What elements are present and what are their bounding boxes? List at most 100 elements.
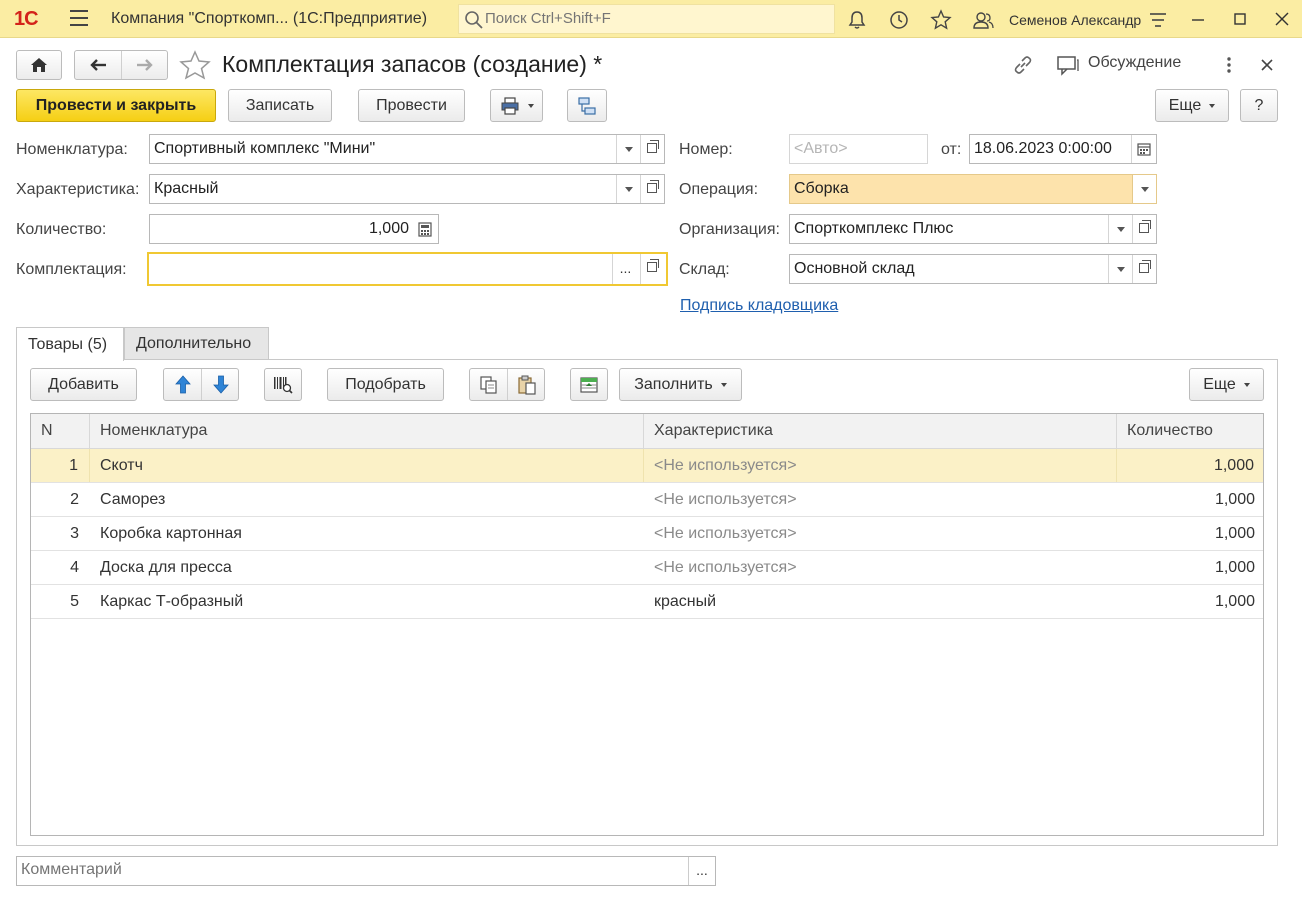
minimize-icon[interactable]: [1188, 9, 1208, 29]
structure-button[interactable]: [567, 89, 607, 122]
cell-nomenclature[interactable]: Коробка картонная: [90, 517, 644, 550]
bell-icon[interactable]: [846, 9, 868, 31]
paste-button[interactable]: [508, 369, 545, 400]
operation-field[interactable]: Сборка: [789, 174, 1157, 204]
cell-characteristic[interactable]: <Не используется>: [644, 551, 1117, 584]
table-row[interactable]: 2 Саморез <Не используется> 1,000: [31, 483, 1263, 517]
search-input[interactable]: [485, 10, 825, 27]
warehouse-field[interactable]: Основной склад: [789, 254, 1157, 284]
post-button[interactable]: Провести: [358, 89, 465, 122]
column-header-quantity[interactable]: Количество: [1117, 414, 1263, 449]
cell-characteristic[interactable]: <Не используется>: [644, 449, 1117, 482]
cell-quantity[interactable]: 1,000: [1117, 517, 1263, 550]
fill-table-icon-button[interactable]: [570, 368, 608, 401]
link-icon[interactable]: [1011, 53, 1035, 77]
cell-quantity[interactable]: 1,000: [1117, 551, 1263, 584]
calculator-icon[interactable]: [418, 222, 432, 237]
users-icon[interactable]: [972, 9, 994, 31]
table-row[interactable]: 1 Скотч <Не используется> 1,000: [31, 449, 1263, 483]
home-button[interactable]: [16, 50, 62, 80]
help-button[interactable]: ?: [1240, 89, 1278, 122]
settings-menu-icon[interactable]: [1147, 9, 1169, 31]
move-down-button[interactable]: [202, 369, 239, 400]
pick-button[interactable]: Подобрать: [327, 368, 444, 401]
favorite-star-icon[interactable]: [179, 50, 211, 80]
table-row[interactable]: 4 Доска для пресса <Не используется> 1,000: [31, 551, 1263, 585]
history-icon[interactable]: [888, 9, 910, 31]
tab-additional[interactable]: Дополнительно: [124, 327, 269, 360]
tab-goods[interactable]: Товары (5): [16, 327, 124, 361]
print-button[interactable]: [490, 89, 543, 122]
open-button[interactable]: [640, 175, 664, 203]
cell-quantity[interactable]: 1,000: [1117, 449, 1263, 482]
organization-field[interactable]: Спорткомплекс Плюс: [789, 214, 1157, 244]
kit-select-button[interactable]: ...: [612, 254, 638, 284]
characteristic-label: Характеристика:: [16, 181, 140, 198]
open-button[interactable]: [1132, 215, 1156, 243]
copy-button[interactable]: [470, 369, 507, 400]
comment-field[interactable]: ...: [16, 856, 716, 886]
forward-button[interactable]: [122, 51, 168, 79]
more-vertical-icon[interactable]: [1222, 55, 1236, 75]
storekeeper-signature-link[interactable]: Подпись кладовщика: [680, 297, 838, 315]
column-header-n[interactable]: N: [31, 414, 90, 449]
back-button[interactable]: [75, 51, 121, 79]
goods-table[interactable]: N Номенклатура Характеристика Количество…: [30, 413, 1264, 836]
cell-nomenclature[interactable]: Каркас Т-образный: [90, 585, 644, 618]
favorites-star-icon[interactable]: [930, 9, 952, 31]
cell-quantity[interactable]: 1,000: [1117, 483, 1263, 516]
dropdown-icon[interactable]: [616, 135, 640, 163]
search-box[interactable]: [458, 4, 835, 34]
open-button[interactable]: [1132, 255, 1156, 283]
cell-n[interactable]: 3: [31, 517, 90, 550]
cell-quantity[interactable]: 1,000: [1117, 585, 1263, 618]
barcode-search-button[interactable]: [264, 368, 302, 401]
table-row[interactable]: 5 Каркас Т-образный красный 1,000: [31, 585, 1263, 619]
close-form-icon[interactable]: [1260, 58, 1274, 72]
close-window-icon[interactable]: [1272, 9, 1292, 29]
current-user[interactable]: Семенов Александр: [1009, 12, 1141, 28]
nomenclature-field[interactable]: Спортивный комплекс "Мини": [149, 134, 665, 164]
comment-input[interactable]: [21, 861, 681, 879]
add-row-button[interactable]: Добавить: [30, 368, 137, 401]
number-field[interactable]: <Авто>: [789, 134, 928, 164]
cell-characteristic[interactable]: красный: [644, 585, 1117, 618]
dropdown-icon[interactable]: [616, 175, 640, 203]
quantity-field[interactable]: 1,000: [149, 214, 439, 244]
column-header-characteristic[interactable]: Характеристика: [644, 414, 1117, 449]
table-row[interactable]: 3 Коробка картонная <Не используется> 1,000: [31, 517, 1263, 551]
comment-more-button[interactable]: ...: [688, 857, 715, 885]
dropdown-icon[interactable]: [1108, 255, 1132, 283]
cell-n[interactable]: 1: [31, 449, 90, 482]
characteristic-field[interactable]: Красный: [149, 174, 665, 204]
fill-button[interactable]: Заполнить: [619, 368, 742, 401]
table-more-button[interactable]: Еще: [1189, 368, 1264, 401]
open-button[interactable]: [640, 135, 664, 163]
column-header-nomenclature[interactable]: Номенклатура: [90, 414, 644, 449]
cell-characteristic[interactable]: <Не используется>: [644, 483, 1117, 516]
cell-n[interactable]: 2: [31, 483, 90, 516]
calendar-button[interactable]: [1131, 135, 1156, 163]
arrow-right-icon: [137, 59, 153, 71]
move-up-button[interactable]: [164, 369, 201, 400]
discussion-button[interactable]: Обсуждение: [1056, 53, 1181, 77]
operation-label: Операция:: [679, 181, 759, 198]
cell-nomenclature[interactable]: Скотч: [90, 449, 644, 482]
date-field[interactable]: 18.06.2023 0:00:00: [969, 134, 1157, 164]
cell-nomenclature[interactable]: Саморез: [90, 483, 644, 516]
more-button[interactable]: Еще: [1155, 89, 1229, 122]
maximize-icon[interactable]: [1230, 9, 1250, 29]
cell-characteristic[interactable]: <Не используется>: [644, 517, 1117, 550]
dropdown-icon[interactable]: [1108, 215, 1132, 243]
cell-n[interactable]: 4: [31, 551, 90, 584]
save-button[interactable]: Записать: [228, 89, 332, 122]
post-and-close-button[interactable]: Провести и закрыть: [16, 89, 216, 122]
main-menu-icon[interactable]: [70, 10, 88, 26]
date-label: от:: [941, 141, 962, 158]
chevron-down-icon: [1243, 382, 1250, 387]
kit-field[interactable]: ...: [147, 252, 668, 286]
open-button[interactable]: [640, 254, 666, 284]
cell-n[interactable]: 5: [31, 585, 90, 618]
cell-nomenclature[interactable]: Доска для пресса: [90, 551, 644, 584]
dropdown-icon[interactable]: [1132, 175, 1156, 203]
